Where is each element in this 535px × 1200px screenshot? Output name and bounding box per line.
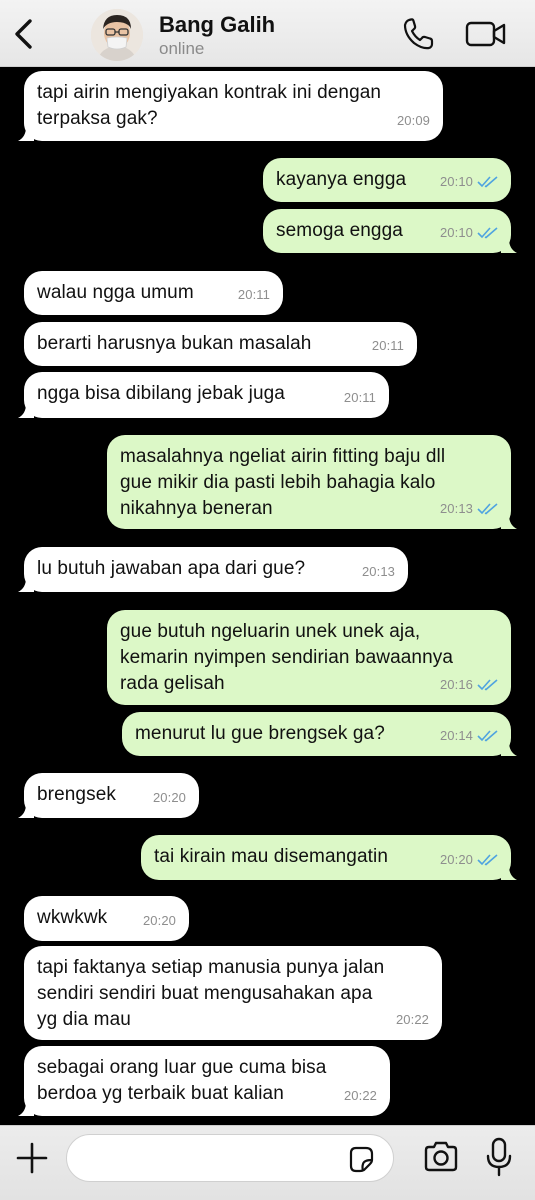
message-text: sebagai orang luar gue cuma bisa berdoa …	[37, 1057, 327, 1104]
attach-button[interactable]	[14, 1140, 50, 1176]
read-ticks-icon	[477, 679, 498, 691]
bubble-tail	[18, 127, 34, 141]
bubble-tail	[501, 515, 517, 529]
chat-header: Bang Galih online	[0, 0, 535, 67]
bubble-tail	[501, 239, 517, 253]
bubble-tail	[501, 866, 517, 880]
message-time: 20:10	[439, 174, 473, 189]
camera-button[interactable]	[423, 1140, 459, 1174]
message-text: tapi faktanya setiap manusia punya jalan…	[37, 957, 385, 1030]
message-bubble-incoming[interactable]: lu butuh jawaban apa dari gue? 20:13	[18, 547, 408, 592]
bubble-tail	[501, 742, 517, 756]
back-button[interactable]	[10, 16, 38, 52]
message-time: 20:11	[371, 338, 404, 353]
message-list[interactable]: tapi airin mengiyakan kontrak ini dengan…	[0, 67, 535, 1125]
read-ticks-icon	[477, 854, 498, 866]
message-bubble-incoming[interactable]: tapi faktanya setiap manusia punya jalan…	[24, 946, 442, 1040]
message-bubble-outgoing[interactable]: semoga engga 20:10	[263, 209, 517, 253]
message-bubble-incoming[interactable]: tapi airin mengiyakan kontrak ini dengan…	[18, 71, 443, 141]
message-time: 20:16	[439, 677, 473, 692]
plus-icon	[16, 1142, 48, 1174]
message-input[interactable]	[66, 1134, 394, 1182]
sticker-button[interactable]	[347, 1145, 375, 1173]
message-bubble-outgoing[interactable]: kayanya engga 20:10	[263, 158, 511, 202]
message-time: 20:20	[142, 913, 176, 928]
message-bubble-incoming[interactable]: walau ngga umum 20:11	[24, 271, 283, 315]
voice-call-button[interactable]	[402, 17, 434, 51]
message-time: 20:09	[396, 113, 430, 128]
message-bubble-incoming[interactable]: brengsek 20:20	[18, 773, 199, 818]
message-bubble-incoming[interactable]: berarti harusnya bukan masalah 20:11	[24, 322, 417, 366]
avatar[interactable]	[91, 9, 143, 61]
message-bubble-outgoing[interactable]: gue butuh ngeluarin unek unek aja, kemar…	[107, 610, 511, 705]
read-ticks-icon	[477, 503, 498, 515]
read-ticks-icon	[477, 730, 498, 742]
message-bubble-incoming[interactable]: ngga bisa dibilang jebak juga 20:11	[18, 372, 389, 418]
composer-bar	[0, 1125, 535, 1200]
message-time: 20:14	[439, 728, 473, 743]
message-text: walau ngga umum	[37, 282, 194, 303]
message-time: 20:11	[237, 287, 270, 302]
bubble-tail	[18, 1102, 34, 1116]
message-time: 20:13	[361, 564, 395, 579]
message-text: ngga bisa dibilang jebak juga	[37, 383, 285, 404]
message-time: 20:20	[439, 852, 473, 867]
bubble-tail	[18, 804, 34, 818]
message-text: berarti harusnya bukan masalah	[37, 333, 312, 354]
contact-status: online	[159, 39, 205, 58]
message-bubble-outgoing[interactable]: masalahnya ngeliat airin fitting baju dl…	[107, 435, 517, 529]
message-time: 20:22	[343, 1088, 377, 1103]
bubble-tail	[18, 404, 34, 418]
bubble-tail	[18, 578, 34, 592]
contact-name[interactable]: Bang Galih	[159, 12, 275, 38]
camera-icon	[424, 1141, 458, 1172]
message-time: 20:22	[395, 1012, 429, 1027]
message-time: 20:10	[439, 225, 473, 240]
video-call-button[interactable]	[465, 19, 507, 49]
phone-icon	[403, 18, 434, 50]
read-ticks-icon	[477, 176, 498, 188]
message-bubble-outgoing[interactable]: menurut lu gue brengsek ga? 20:14	[122, 712, 517, 756]
message-text: tapi airin mengiyakan kontrak ini dengan…	[37, 82, 382, 129]
message-bubble-incoming[interactable]: sebagai orang luar gue cuma bisa berdoa …	[18, 1046, 390, 1116]
avatar-image	[91, 9, 143, 61]
read-ticks-icon	[477, 227, 498, 239]
back-chevron-icon	[15, 19, 32, 49]
message-time: 20:20	[152, 790, 186, 805]
voice-note-button[interactable]	[484, 1136, 514, 1178]
message-bubble-incoming[interactable]: wkwkwk 20:20	[24, 896, 189, 941]
message-time: 20:11	[343, 390, 376, 405]
video-camera-icon	[465, 21, 506, 47]
message-bubble-outgoing[interactable]: tai kirain mau disemangatin 20:20	[141, 835, 517, 880]
sticker-icon	[349, 1146, 374, 1173]
message-time: 20:13	[439, 501, 473, 516]
message-text: lu butuh jawaban apa dari gue?	[37, 558, 306, 579]
microphone-icon	[486, 1137, 512, 1177]
